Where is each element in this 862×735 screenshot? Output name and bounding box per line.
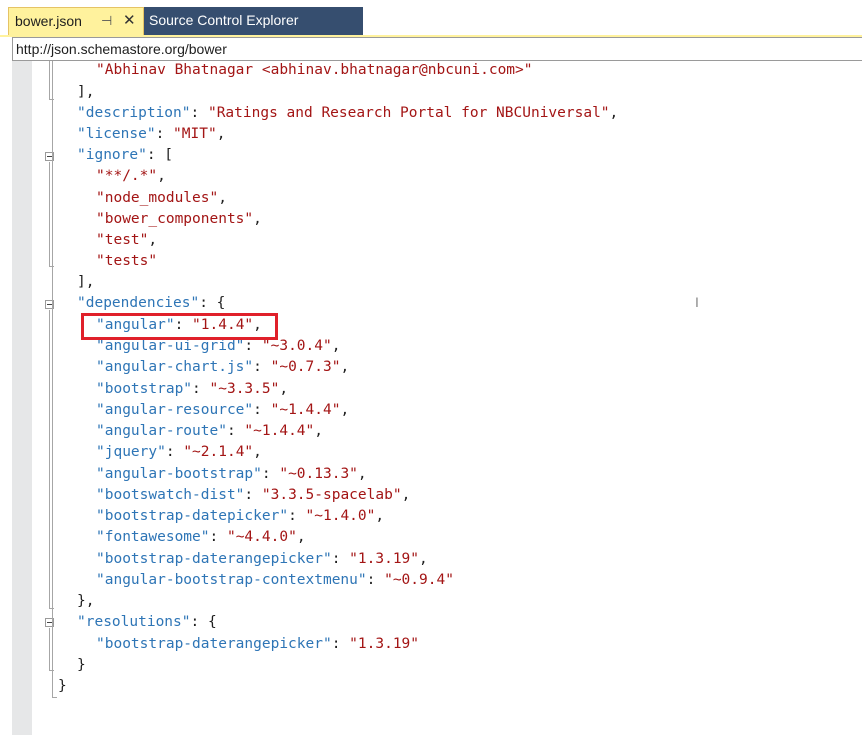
code-line: "bootstrap-daterangepicker": "1.3.19", [96, 551, 428, 567]
code-line: }, [77, 593, 95, 609]
code-line: "tests" [96, 253, 158, 269]
code-line: "fontawesome": "~4.4.0", [96, 529, 306, 545]
code-line: "bootstrap-daterangepicker": "1.3.19" [96, 636, 420, 652]
code-line: } [77, 657, 86, 673]
code-line: "**/.*", [96, 168, 166, 184]
code-line: "angular-resource": "~1.4.4", [96, 402, 350, 418]
editor-left-edge [0, 61, 12, 735]
code-line: } [58, 678, 67, 694]
outline-guide-end [52, 697, 57, 698]
code-line: "bootstrap-datepicker": "~1.4.0", [96, 508, 385, 524]
code-line: "bootstrap": "~3.3.5", [96, 381, 289, 397]
code-line: "license": "MIT", [77, 126, 226, 142]
tab-label: bower.json [15, 13, 82, 29]
document-tab-bar: bower.json ⊣ ✕ Source Control Explorer [0, 0, 862, 35]
code-line: "bootswatch-dist": "3.3.5-spacelab", [96, 487, 411, 503]
schema-selector[interactable]: http://json.schemastore.org/bower [12, 37, 862, 61]
tab-bower-json[interactable]: bower.json ⊣ ✕ [8, 7, 144, 35]
code-line: "bower_components", [96, 211, 262, 227]
outline-guide-root [52, 61, 53, 698]
code-line: "ignore": [ [77, 147, 174, 163]
code-line: "resolutions": { [77, 614, 217, 630]
code-line: "Abhinav Bhatnagar <abhinav.bhatnagar@nb… [96, 62, 533, 78]
tab-source-control-explorer[interactable]: Source Control Explorer [144, 7, 363, 35]
code-line: ], [77, 84, 95, 100]
code-line: "jquery": "~2.1.4", [96, 444, 262, 460]
code-line: "angular-route": "~1.4.4", [96, 423, 323, 439]
outline-guide [49, 310, 50, 609]
outline-guide [49, 628, 50, 671]
code-line: "angular-bootstrap": "~0.13.3", [96, 466, 367, 482]
code-line: "angular-chart.js": "~0.7.3", [96, 359, 350, 375]
code-line: "test", [96, 232, 158, 248]
schema-url[interactable]: http://json.schemastore.org/bower [16, 41, 227, 57]
pin-icon[interactable]: ⊣ [101, 13, 112, 29]
highlight-box-angular [81, 313, 278, 340]
tab-label: Source Control Explorer [149, 12, 299, 28]
outline-guide [49, 162, 50, 267]
outline-guide [49, 61, 50, 100]
editor-margin [12, 61, 32, 735]
text-cursor-icon: I [695, 294, 699, 310]
close-icon[interactable]: ✕ [123, 11, 136, 29]
code-line: "angular-bootstrap-contextmenu": "~0.9.4… [96, 572, 454, 588]
code-line: "description": "Ratings and Research Por… [77, 105, 619, 121]
code-line: "node_modules", [96, 190, 227, 206]
code-line: "dependencies": { [77, 295, 226, 311]
code-line: ], [77, 274, 95, 290]
